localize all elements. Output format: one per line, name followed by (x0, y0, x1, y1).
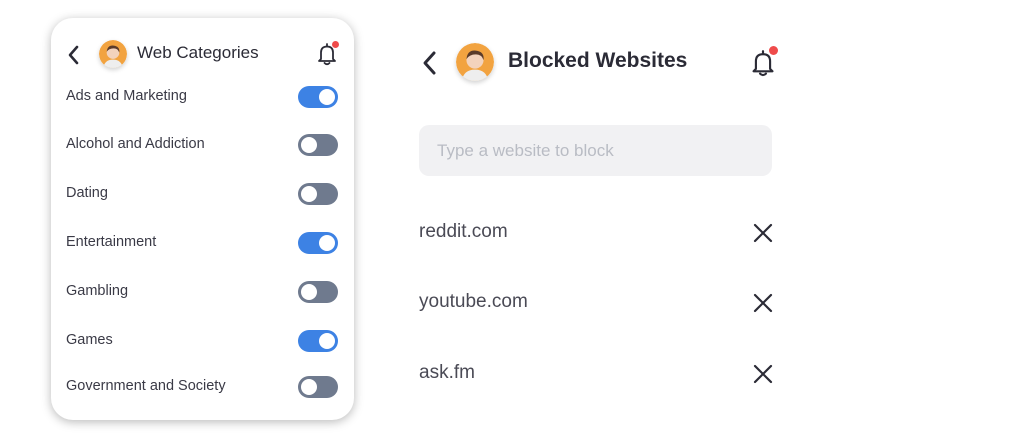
toggle-knob (301, 284, 317, 300)
remove-site-button[interactable] (752, 222, 774, 244)
list-item: Entertainment (51, 230, 354, 258)
blocked-site-label: youtube.com (419, 291, 528, 312)
blocked-websites-screen: Blocked Websites reddit.com youtube.com (410, 0, 790, 439)
toggle-knob (319, 89, 335, 105)
category-label: Games (66, 332, 113, 348)
blocked-header: Blocked Websites (410, 42, 790, 82)
category-toggle[interactable] (298, 281, 338, 303)
category-toggle[interactable] (298, 376, 338, 398)
category-toggle[interactable] (298, 86, 338, 108)
blocked-site-label: reddit.com (419, 221, 508, 242)
category-label: Dating (66, 185, 108, 201)
remove-site-button[interactable] (752, 363, 774, 385)
category-toggle[interactable] (298, 232, 338, 254)
back-button[interactable] (420, 50, 440, 76)
close-icon (753, 364, 773, 384)
web-categories-card: Web Categories Ads and Marketing Alcohol… (51, 18, 354, 420)
notifications-button[interactable] (750, 46, 778, 78)
list-item: Ads and Marketing (51, 84, 354, 112)
chevron-left-icon (423, 51, 436, 75)
toggle-knob (301, 137, 317, 153)
category-toggle[interactable] (298, 134, 338, 156)
notification-badge (332, 41, 339, 48)
list-item: Alcohol and Addiction (51, 132, 354, 160)
list-item: youtube.com (419, 288, 779, 318)
notifications-button[interactable] (316, 41, 339, 66)
toggle-knob (319, 235, 335, 251)
list-item: Gambling (51, 279, 354, 307)
user-avatar[interactable] (456, 43, 494, 81)
page-title: Blocked Websites (508, 49, 688, 72)
toggle-knob (301, 379, 317, 395)
avatar-image (456, 43, 494, 81)
list-item: reddit.com (419, 218, 779, 248)
back-button[interactable] (65, 44, 83, 66)
toggle-knob (301, 186, 317, 202)
list-item: ask.fm (419, 359, 779, 389)
blocked-site-label: ask.fm (419, 362, 475, 383)
toggle-knob (319, 333, 335, 349)
category-label: Ads and Marketing (66, 88, 187, 104)
chevron-left-icon (68, 45, 79, 65)
remove-site-button[interactable] (752, 292, 774, 314)
user-avatar[interactable] (99, 40, 127, 68)
close-icon (753, 293, 773, 313)
category-label: Entertainment (66, 234, 157, 250)
notification-badge (769, 46, 778, 55)
category-label: Gambling (66, 283, 129, 299)
list-item: Games (51, 328, 354, 356)
avatar-image (99, 40, 127, 68)
page-title: Web Categories (137, 43, 259, 62)
website-input[interactable] (419, 125, 772, 176)
category-label: Government and Society (66, 378, 226, 394)
category-toggle[interactable] (298, 330, 338, 352)
list-item: Dating (51, 181, 354, 209)
category-toggle[interactable] (298, 183, 338, 205)
list-item: Government and Society (51, 374, 354, 402)
categories-header: Web Categories (51, 40, 354, 78)
category-label: Alcohol and Addiction (66, 136, 205, 152)
close-icon (753, 223, 773, 243)
